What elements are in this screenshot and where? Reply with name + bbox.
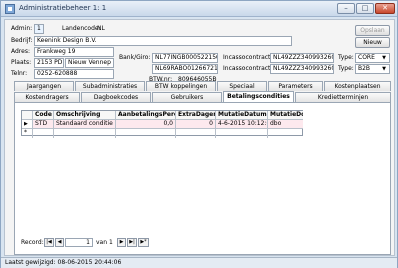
new-row-cell-mutatiedoor[interactable]	[268, 129, 303, 138]
landencode-field[interactable]: NL	[94, 24, 114, 34]
admin-field[interactable]: 1	[34, 24, 44, 34]
tab-subadministraties[interactable]: Subadministraties	[75, 81, 145, 91]
incasso-label-1: Incassocontract:	[223, 54, 273, 61]
bank-label: Bank/Giro:	[119, 54, 151, 61]
tab-kostenplaatsen[interactable]: Kostenplaatsen	[324, 81, 391, 91]
window-title: Administratiebeheer 1: 1	[19, 4, 107, 12]
status-bar: Laatst gewijzigd: 08-06-2015 20:44:06	[1, 257, 397, 268]
tab-panel-betalingscondities: Code Omschrijving AanbetalingsPerc Extra…	[14, 102, 391, 255]
incasso-label-2: Incassocontract:	[223, 65, 273, 72]
new-row-cell-extradagen[interactable]	[176, 129, 216, 138]
tab-parameters[interactable]: Parameters	[268, 81, 323, 91]
incasso-field-1[interactable]: NL49ZZZ340993260000	[270, 53, 334, 63]
bank-field-1[interactable]: NL77INGB0005221502	[152, 53, 218, 63]
tab-betalingscondities[interactable]: Betalingscondities	[223, 91, 294, 102]
minimize-button[interactable]: –	[337, 3, 355, 14]
maximize-button[interactable]: □	[356, 3, 374, 14]
type-select-2[interactable]: B2B ▼	[355, 64, 390, 74]
tab-btw-koppelingen[interactable]: BTW koppelingen	[146, 81, 216, 91]
table-cell-aanbetalingsperc[interactable]: 0,0	[116, 120, 176, 129]
betalingscondities-grid[interactable]: Code Omschrijving AanbetalingsPerc Extra…	[21, 110, 303, 138]
plaats-field[interactable]: Nieuw Vennep	[65, 58, 114, 68]
new-row-cell-code[interactable]	[33, 129, 54, 138]
table-cell-mutatiedatum[interactable]: 4-6-2015 10:12:06	[216, 120, 268, 129]
telnr-label: Telnr:	[11, 70, 28, 77]
row-selector-icon[interactable]: ▶	[22, 120, 33, 129]
record-label: Record:	[21, 239, 44, 246]
bank-field-2[interactable]: NL69RABO0126672180	[152, 64, 218, 74]
app-form-icon	[5, 4, 15, 14]
type-label-1: Type:	[338, 54, 354, 61]
form-body: Admin: 1 Landencode: NL Bedrijf: Keenink…	[4, 19, 395, 256]
record-number-field[interactable]: 1	[65, 238, 93, 247]
col-header-extradagen[interactable]: ExtraDagen	[176, 111, 216, 120]
bedrijf-label: Bedrijf:	[11, 37, 33, 44]
tab-jaargangen[interactable]: Jaargangen	[14, 81, 74, 91]
new-row-cell-aanbetalingsperc[interactable]	[116, 129, 176, 138]
admin-label: Admin:	[11, 25, 33, 32]
new-row-cell-omschrijving[interactable]	[54, 129, 116, 138]
new-row-icon[interactable]: *	[22, 129, 33, 138]
type-select-1[interactable]: CORE ▼	[355, 53, 390, 63]
adres-field[interactable]: Frankweg 19	[34, 47, 114, 57]
chevron-down-icon: ▼	[382, 66, 386, 72]
tab-dagboekcodes[interactable]: Dagboekcodes	[81, 92, 151, 102]
telnr-field[interactable]: 0252-620888	[34, 69, 114, 79]
record-navigator: Record: |◀ ◀ 1 van 1 ▶ ▶| ▶*	[21, 238, 161, 248]
postcode-field[interactable]: 2153 PD	[34, 58, 64, 68]
first-record-icon[interactable]: |◀	[44, 238, 54, 247]
table-cell-omschrijving[interactable]: Standaard conditie	[54, 120, 116, 129]
title-bar[interactable]: Administratiebeheer 1: 1 – □ ✕	[1, 1, 397, 17]
col-header-code[interactable]: Code	[33, 111, 54, 120]
close-button[interactable]: ✕	[375, 3, 395, 14]
type-select-2-value: B2B	[358, 65, 371, 72]
table-cell-extradagen[interactable]: 0	[176, 120, 216, 129]
col-header-mutatiedoor[interactable]: MutatieDoor	[268, 111, 303, 120]
type-select-1-value: CORE	[358, 54, 375, 61]
table-cell-code[interactable]: STD	[33, 120, 54, 129]
type-label-2: Type:	[338, 65, 354, 72]
record-of-label: van 1	[96, 239, 113, 246]
previous-record-icon[interactable]: ◀	[55, 238, 64, 247]
opslaan-button[interactable]: Opslaan	[355, 25, 390, 36]
adres-label: Adres:	[11, 48, 30, 55]
next-record-icon[interactable]: ▶	[117, 238, 126, 247]
tab-kostendragers[interactable]: Kostendragers	[14, 92, 80, 102]
incasso-field-2[interactable]: NL49ZZZ340993260000	[270, 64, 334, 74]
bedrijf-field[interactable]: Keenink Design B.V.	[34, 36, 292, 46]
chevron-down-icon: ▼	[382, 55, 386, 61]
grid-corner	[22, 111, 33, 120]
application-window: Administratiebeheer 1: 1 – □ ✕ Admin: 1 …	[0, 0, 398, 268]
new-record-icon[interactable]: ▶*	[138, 238, 149, 247]
tab-kredietterminjen[interactable]: Kredietterminjen	[295, 92, 391, 102]
last-record-icon[interactable]: ▶|	[127, 238, 137, 247]
tab-speciaal[interactable]: Speciaal	[217, 81, 267, 91]
col-header-aanbetalingsperc[interactable]: AanbetalingsPerc	[116, 111, 176, 120]
plaats-label: Plaats:	[11, 59, 32, 66]
tab-gebruikers[interactable]: Gebruikers	[152, 92, 222, 102]
col-header-mutatiedatum[interactable]: MutatieDatum	[216, 111, 268, 120]
new-row-cell-mutatiedatum[interactable]	[216, 129, 268, 138]
col-header-omschrijving[interactable]: Omschrijving	[54, 111, 116, 120]
table-cell-mutatiedoor[interactable]: dbo	[268, 120, 303, 129]
nieuw-button[interactable]: Nieuw	[355, 37, 390, 48]
